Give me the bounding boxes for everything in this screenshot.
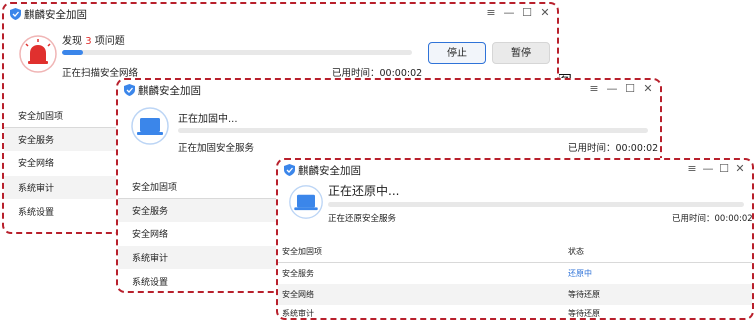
table-row: 安全服务 还原中 [282, 268, 592, 279]
column-header-item: 安全加固项 [282, 247, 322, 256]
shield-app-icon [124, 84, 135, 96]
alarm-icon [19, 35, 57, 73]
window-title: 麒麟安全加固 [138, 85, 201, 97]
column-header-state: 状态 [568, 247, 584, 256]
elapsed-time: 已用时间：00:00:02 [672, 214, 753, 224]
maximize-button[interactable]: ☐ [521, 6, 533, 20]
pause-button[interactable]: 暂停 [492, 42, 550, 64]
scan-status: 正在扫描安全网络 [62, 68, 139, 79]
issue-summary: 发现 3 项问题 [62, 32, 125, 47]
close-button[interactable]: ✕ [734, 162, 746, 176]
table-header: 安全加固项 状态 [278, 242, 752, 262]
progress-heading: 正在加固中... [178, 114, 238, 125]
shield-app-icon [10, 8, 21, 20]
harden-status: 正在加固安全服务 [178, 143, 255, 154]
restore-window: 麒麟安全加固 ≡ — ☐ ✕ 正在还原中... 正在还原安全服务 已用时间：00… [276, 158, 754, 320]
title-bar: 麒麟安全加固 ≡ — ☐ ✕ [278, 160, 752, 180]
table-row: 安全网络 等待还原 [278, 284, 752, 305]
progress-heading: 正在还原中... [328, 184, 400, 198]
laptop-shield-icon [289, 185, 323, 219]
laptop-shield-icon [131, 107, 169, 145]
restore-status: 正在还原安全服务 [328, 214, 397, 224]
close-button[interactable]: ✕ [539, 6, 551, 20]
shield-app-icon [284, 164, 295, 176]
status-link[interactable]: 还原中 [568, 268, 592, 279]
scan-progress-bar [62, 50, 412, 55]
maximize-button[interactable]: ☐ [718, 162, 730, 176]
issue-suffix: 项问题 [94, 36, 125, 47]
restore-progress-bar [328, 202, 744, 207]
harden-progress-bar [178, 128, 648, 133]
window-title: 麒麟安全加固 [24, 9, 87, 21]
scan-progress-fill [62, 50, 83, 55]
elapsed-time: 已用时间：00:00:02 [568, 143, 659, 154]
minimize-button[interactable]: — [503, 6, 515, 20]
stop-button[interactable]: 停止 [428, 42, 486, 64]
menu-button[interactable]: ≡ [485, 6, 497, 20]
close-button[interactable]: ✕ [642, 82, 654, 96]
title-bar: 麒麟安全加固 ≡ — ☐ ✕ [118, 80, 660, 100]
minimize-button[interactable]: — [606, 82, 618, 96]
maximize-button[interactable]: ☐ [624, 82, 636, 96]
table-row: 系统审计 等待还原 [282, 309, 600, 318]
elapsed-time: 已用时间：00:00:02 [332, 68, 423, 79]
menu-button[interactable]: ≡ [686, 162, 698, 176]
issue-prefix: 发现 [62, 36, 82, 47]
window-title: 麒麟安全加固 [298, 165, 361, 177]
minimize-button[interactable]: — [702, 162, 714, 176]
title-bar: 麒麟安全加固 ≡ — ☐ ✕ [4, 4, 557, 24]
issue-count: 3 [85, 36, 92, 47]
menu-button[interactable]: ≡ [588, 82, 600, 96]
